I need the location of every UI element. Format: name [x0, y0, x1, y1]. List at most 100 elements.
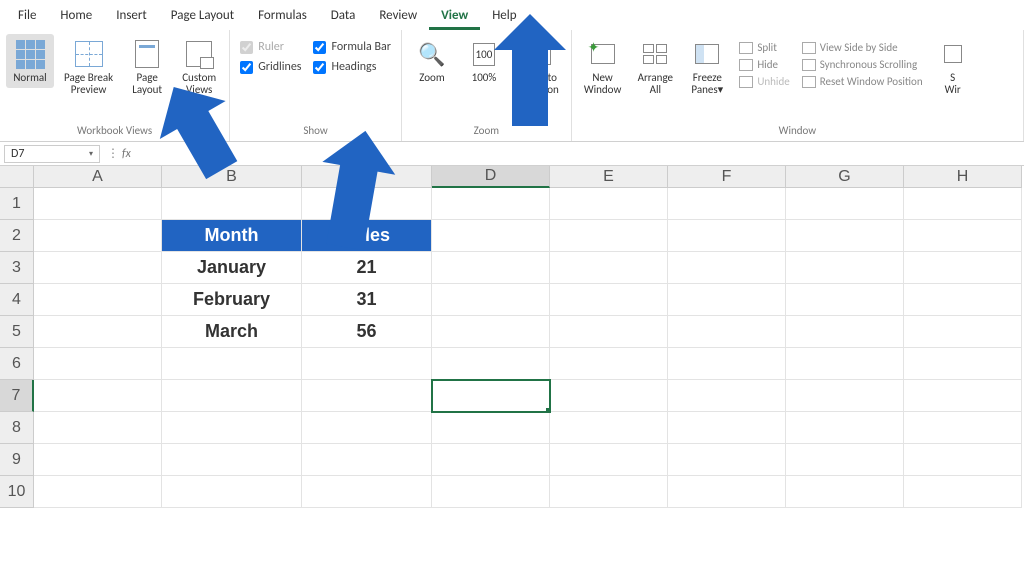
- chevron-down-icon[interactable]: ▾: [89, 149, 93, 159]
- cell-D5[interactable]: [432, 316, 550, 348]
- cell-A8[interactable]: [34, 412, 162, 444]
- cell-G1[interactable]: [786, 188, 904, 220]
- cell-D3[interactable]: [432, 252, 550, 284]
- cell-G6[interactable]: [786, 348, 904, 380]
- cell-F1[interactable]: [668, 188, 786, 220]
- menu-item-page-layout[interactable]: Page Layout: [159, 2, 246, 30]
- cell-A7[interactable]: [34, 380, 162, 412]
- cell-E7[interactable]: [550, 380, 668, 412]
- column-header-E[interactable]: E: [550, 166, 668, 188]
- new-window-button[interactable]: ✦ NewWindow: [578, 34, 628, 100]
- cell-D7[interactable]: [432, 380, 550, 412]
- cell-F2[interactable]: [668, 220, 786, 252]
- row-header-9[interactable]: 9: [0, 444, 34, 476]
- page-break-preview-button[interactable]: Page BreakPreview: [58, 34, 119, 100]
- cell-A9[interactable]: [34, 444, 162, 476]
- cancel-button[interactable]: ⋮: [104, 146, 122, 161]
- cell-G5[interactable]: [786, 316, 904, 348]
- cell-B2[interactable]: Month: [162, 220, 302, 252]
- switch-windows-button[interactable]: S Wir: [931, 34, 975, 100]
- cell-D8[interactable]: [432, 412, 550, 444]
- fx-label[interactable]: fx: [122, 147, 142, 161]
- cell-H7[interactable]: [904, 380, 1022, 412]
- cell-F4[interactable]: [668, 284, 786, 316]
- page-layout-button[interactable]: PageLayout: [123, 34, 171, 100]
- cell-G7[interactable]: [786, 380, 904, 412]
- cell-H9[interactable]: [904, 444, 1022, 476]
- menu-item-formulas[interactable]: Formulas: [246, 2, 319, 30]
- cell-H3[interactable]: [904, 252, 1022, 284]
- cell-E1[interactable]: [550, 188, 668, 220]
- row-header-2[interactable]: 2: [0, 220, 34, 252]
- cell-D10[interactable]: [432, 476, 550, 508]
- row-header-8[interactable]: 8: [0, 412, 34, 444]
- row-header-6[interactable]: 6: [0, 348, 34, 380]
- column-header-H[interactable]: H: [904, 166, 1022, 188]
- cell-H2[interactable]: [904, 220, 1022, 252]
- cell-B1[interactable]: [162, 188, 302, 220]
- formula-bar-checkbox[interactable]: Formula Bar: [313, 40, 390, 54]
- cell-B4[interactable]: February: [162, 284, 302, 316]
- name-box[interactable]: D7▾: [4, 145, 100, 163]
- gridlines-checkbox[interactable]: Gridlines: [240, 60, 301, 74]
- cell-D6[interactable]: [432, 348, 550, 380]
- column-header-B[interactable]: B: [162, 166, 302, 188]
- cell-B6[interactable]: [162, 348, 302, 380]
- cell-B9[interactable]: [162, 444, 302, 476]
- cell-D1[interactable]: [432, 188, 550, 220]
- split-button[interactable]: Split: [739, 40, 789, 55]
- cell-E3[interactable]: [550, 252, 668, 284]
- cell-F6[interactable]: [668, 348, 786, 380]
- cell-B3[interactable]: January: [162, 252, 302, 284]
- cell-F3[interactable]: [668, 252, 786, 284]
- cell-A2[interactable]: [34, 220, 162, 252]
- cell-D9[interactable]: [432, 444, 550, 476]
- cell-H6[interactable]: [904, 348, 1022, 380]
- cell-H4[interactable]: [904, 284, 1022, 316]
- row-header-3[interactable]: 3: [0, 252, 34, 284]
- column-header-F[interactable]: F: [668, 166, 786, 188]
- row-header-1[interactable]: 1: [0, 188, 34, 220]
- menu-item-data[interactable]: Data: [319, 2, 368, 30]
- formula-input[interactable]: [142, 145, 1024, 163]
- row-header-4[interactable]: 4: [0, 284, 34, 316]
- menu-item-help[interactable]: Help: [480, 2, 528, 30]
- row-header-5[interactable]: 5: [0, 316, 34, 348]
- cell-E4[interactable]: [550, 284, 668, 316]
- cell-B5[interactable]: March: [162, 316, 302, 348]
- cell-C3[interactable]: 21: [302, 252, 432, 284]
- cell-C4[interactable]: 31: [302, 284, 432, 316]
- column-header-D[interactable]: D: [432, 166, 550, 188]
- cell-A4[interactable]: [34, 284, 162, 316]
- cell-C2[interactable]: Sales: [302, 220, 432, 252]
- cell-E10[interactable]: [550, 476, 668, 508]
- headings-checkbox[interactable]: Headings: [313, 60, 390, 74]
- menu-item-review[interactable]: Review: [367, 2, 429, 30]
- cell-G10[interactable]: [786, 476, 904, 508]
- cell-H10[interactable]: [904, 476, 1022, 508]
- normal-view-button[interactable]: Normal: [6, 34, 54, 88]
- cell-A5[interactable]: [34, 316, 162, 348]
- cell-B10[interactable]: [162, 476, 302, 508]
- select-all-corner[interactable]: [0, 166, 34, 188]
- arrange-all-button[interactable]: ArrangeAll: [631, 34, 679, 100]
- menu-item-home[interactable]: Home: [48, 2, 104, 30]
- zoom-button[interactable]: 🔍 Zoom: [408, 34, 456, 88]
- zoom-to-selection-button[interactable]: Zoom toSelection: [512, 34, 565, 100]
- cell-E6[interactable]: [550, 348, 668, 380]
- cell-A6[interactable]: [34, 348, 162, 380]
- cell-C7[interactable]: [302, 380, 432, 412]
- cell-E8[interactable]: [550, 412, 668, 444]
- hide-button[interactable]: Hide: [739, 57, 789, 72]
- cell-F7[interactable]: [668, 380, 786, 412]
- zoom-100-button[interactable]: 100 100%: [460, 34, 508, 88]
- cell-F8[interactable]: [668, 412, 786, 444]
- cell-F10[interactable]: [668, 476, 786, 508]
- cell-G8[interactable]: [786, 412, 904, 444]
- cell-B7[interactable]: [162, 380, 302, 412]
- menu-item-insert[interactable]: Insert: [104, 2, 159, 30]
- row-header-10[interactable]: 10: [0, 476, 34, 508]
- freeze-panes-button[interactable]: FreezePanes▾: [683, 34, 731, 100]
- cell-C10[interactable]: [302, 476, 432, 508]
- cell-G3[interactable]: [786, 252, 904, 284]
